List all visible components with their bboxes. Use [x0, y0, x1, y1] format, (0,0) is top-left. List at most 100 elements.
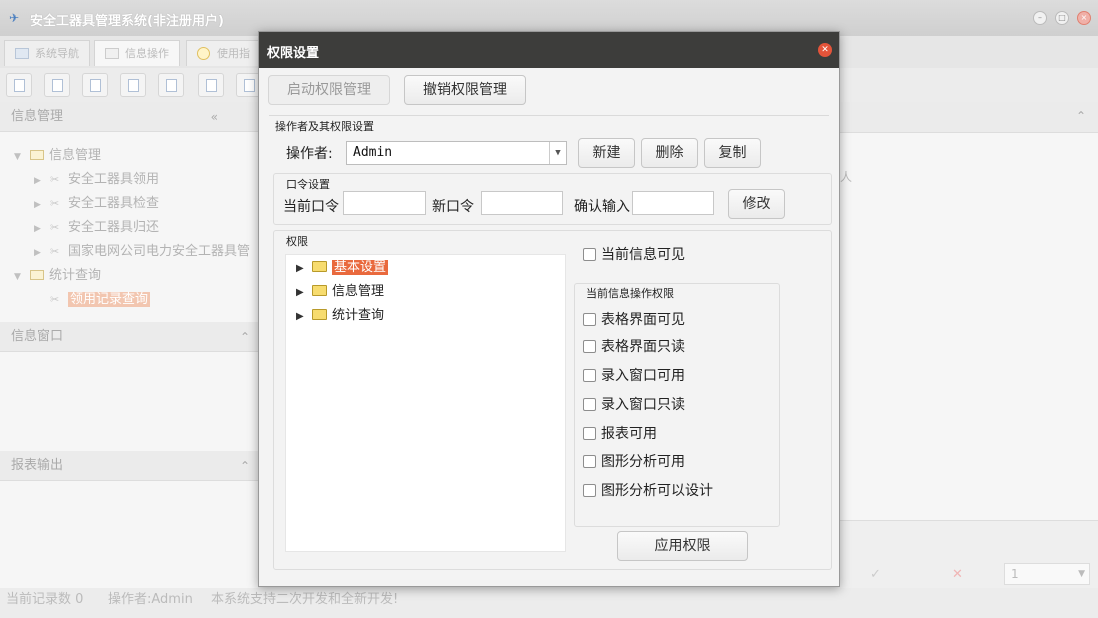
confirm-password-input[interactable]: [632, 191, 714, 215]
new-password-input[interactable]: [481, 191, 563, 215]
password-group-label: 口令设置: [286, 178, 330, 191]
apply-permission-button[interactable]: 应用权限: [617, 531, 748, 561]
new-operator-button[interactable]: 新建: [578, 138, 635, 168]
tree-node-check[interactable]: ▶ ✂ 安全工器具检查: [34, 193, 159, 215]
confirm-check-icon[interactable]: ✓: [870, 567, 881, 582]
expand-arrow-icon: ▶: [34, 176, 41, 186]
tree-node-return[interactable]: ▶ ✂ 安全工器具归还: [34, 217, 159, 239]
document-icon: [52, 79, 63, 92]
tools-icon: ✂: [50, 293, 60, 306]
collapse-up-icon[interactable]: ⌃: [240, 451, 250, 481]
tree-label: 安全工器具领用: [68, 172, 160, 187]
checkbox-box: [583, 313, 596, 326]
operator-group-label: 操作者及其权限设置: [275, 120, 374, 133]
checkbox-box: [583, 484, 596, 497]
panel-header-info: 信息管理 «: [0, 102, 258, 132]
tools-icon: ✂: [50, 245, 60, 258]
copy-operator-button[interactable]: 复制: [704, 138, 761, 168]
current-password-label: 当前口令: [283, 199, 339, 215]
status-operator: 操作者:Admin: [108, 592, 193, 607]
panel-header-info-window: 信息窗口 ⌃: [0, 322, 258, 352]
grid-visible-checkbox[interactable]: 表格界面可见: [583, 310, 685, 330]
report-usable-checkbox[interactable]: 报表可用: [583, 424, 657, 444]
permission-group-label: 权限: [286, 235, 308, 248]
collapse-left-icon[interactable]: «: [211, 102, 218, 132]
search-icon: [14, 79, 25, 92]
right-content-area: ⌃ 人 ✓ ✕ 1 ▼: [840, 102, 1098, 589]
toolbar-search-button[interactable]: [6, 73, 32, 97]
dialog-close-icon[interactable]: ✕: [818, 43, 832, 57]
tree-node-record-query[interactable]: ✂ 领用记录查询: [50, 289, 151, 311]
tree-node-sgcc[interactable]: ▶ ✂ 国家电网公司电力安全工器具管: [34, 241, 250, 263]
tree-label: 领用记录查询: [68, 292, 151, 307]
main-window-title: 安全工器具管理系统(非注册用户): [30, 14, 224, 29]
cancel-x-icon[interactable]: ✕: [952, 567, 963, 582]
tree-node-stats[interactable]: ▼ 统计查询: [14, 265, 101, 287]
grid-readonly-checkbox[interactable]: 表格界面只读: [583, 337, 685, 357]
help-icon: [197, 47, 210, 60]
checkbox-box: [583, 248, 596, 261]
tab-usage-guide[interactable]: 使用指: [186, 40, 261, 66]
revoke-permission-button[interactable]: 撤销权限管理: [404, 75, 526, 105]
modify-password-button[interactable]: 修改: [728, 189, 785, 219]
monitor-icon: [15, 48, 29, 59]
tree-label: 统计查询: [49, 268, 102, 283]
chart-design-checkbox[interactable]: 图形分析可以设计: [583, 481, 713, 501]
tree-label: 信息管理: [332, 284, 385, 299]
tree-node-basic-settings[interactable]: ▶ 基本设置: [296, 257, 389, 279]
panel-header-label: 信息窗口: [11, 329, 64, 344]
expand-arrow-icon: ▶: [296, 263, 304, 274]
toolbar-users-button[interactable]: [120, 73, 146, 97]
minimize-icon[interactable]: –: [1033, 11, 1047, 25]
checkbox-box: [583, 398, 596, 411]
chevron-down-icon: ▼: [549, 142, 566, 164]
checkbox-box: [583, 455, 596, 468]
checkbox-label: 表格界面可见: [601, 312, 685, 328]
expand-arrow-icon: ▶: [34, 200, 41, 210]
toolbar-new-button[interactable]: [82, 73, 108, 97]
checkbox-label: 报表可用: [601, 426, 657, 442]
checkbox-label: 表格界面只读: [601, 339, 685, 355]
record-count: 当前记录数 0: [6, 592, 84, 607]
tree-node-collect[interactable]: ▶ ✂ 安全工器具领用: [34, 169, 159, 191]
tree-node-info-mgmt[interactable]: ▼ 信息管理: [14, 145, 101, 167]
tab-system-nav[interactable]: 系统导航: [4, 40, 90, 66]
maximize-icon[interactable]: □: [1055, 11, 1069, 25]
expand-arrow-icon: ▶: [34, 248, 41, 258]
expand-arrow-icon: ▶: [296, 287, 304, 298]
tree-node-stats-query[interactable]: ▶ 统计查询: [296, 305, 384, 327]
toolbar-view-button[interactable]: [44, 73, 70, 97]
left-panel: 信息管理 « ▼ 信息管理 ▶ ✂ 安全工器具领用 ▶ ✂ 安全工器具检查 ▶ ✂ 安全工器具…: [0, 102, 258, 588]
status-slogan: 本系统支持二次开发和全新开发!: [211, 592, 399, 607]
operator-value: Admin: [353, 145, 393, 160]
ops-group-label: 当前信息操作权限: [586, 287, 674, 300]
toolbar-print-button[interactable]: [158, 73, 184, 97]
checkbox-label: 录入窗口只读: [601, 397, 685, 413]
tab-info-ops[interactable]: 信息操作: [94, 40, 180, 66]
entry-readonly-checkbox[interactable]: 录入窗口只读: [583, 395, 685, 415]
tree-label: 国家电网公司电力安全工器具管: [68, 244, 251, 259]
checkbox-box: [583, 340, 596, 353]
grid-icon: [105, 48, 119, 59]
page-select[interactable]: 1 ▼: [1004, 563, 1090, 585]
toolbar-export-button[interactable]: [198, 73, 224, 97]
collapse-up-icon[interactable]: ⌃: [1076, 109, 1086, 123]
tab-label: 系统导航: [35, 47, 79, 60]
current-password-input[interactable]: [343, 191, 426, 215]
enable-permission-button[interactable]: 启动权限管理: [268, 75, 390, 105]
chart-usable-checkbox[interactable]: 图形分析可用: [583, 452, 685, 472]
tools-icon: ✂: [50, 221, 60, 234]
checkbox-label: 当前信息可见: [601, 247, 685, 263]
close-icon[interactable]: ×: [1077, 11, 1091, 25]
tree-node-info-mgmt[interactable]: ▶ 信息管理: [296, 281, 384, 303]
entry-usable-checkbox[interactable]: 录入窗口可用: [583, 366, 685, 386]
delete-operator-button[interactable]: 删除: [641, 138, 698, 168]
operator-label: 操作者:: [286, 146, 333, 162]
current-info-visible-checkbox[interactable]: 当前信息可见: [583, 245, 685, 265]
expand-arrow-icon: ▶: [296, 311, 304, 322]
right-bottom-bar: ✓ ✕ 1 ▼: [840, 520, 1098, 589]
panel-header-label: 报表输出: [11, 458, 64, 473]
collapse-up-icon[interactable]: ⌃: [240, 322, 250, 352]
operator-select[interactable]: Admin ▼: [346, 141, 567, 165]
expand-arrow-icon: ▶: [34, 224, 41, 234]
